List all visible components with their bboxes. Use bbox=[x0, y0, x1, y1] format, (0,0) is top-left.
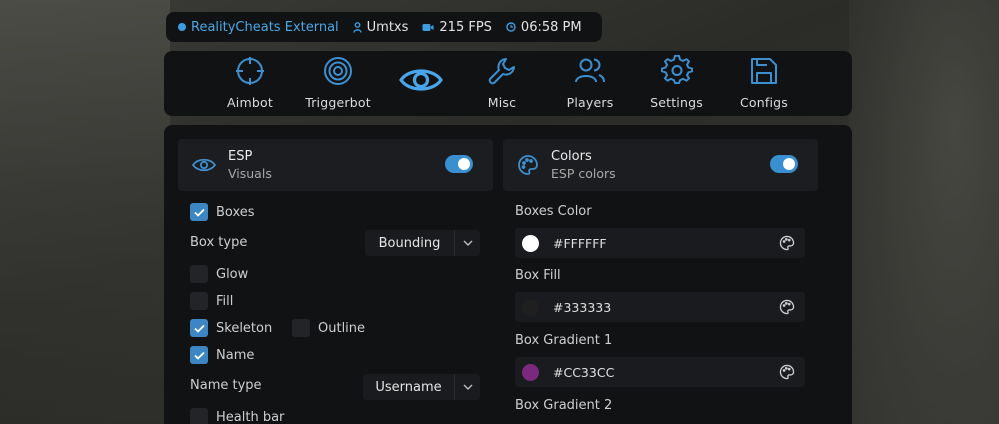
box-type-value: Bounding bbox=[378, 235, 441, 251]
esp-title: ESP bbox=[228, 149, 253, 164]
fill-label: Fill bbox=[216, 293, 234, 309]
gear-icon bbox=[660, 55, 693, 85]
name-type-select[interactable]: Username bbox=[363, 374, 480, 400]
skeleton-checkbox[interactable] bbox=[190, 319, 208, 337]
glow-label: Glow bbox=[216, 266, 249, 282]
name-label: Name bbox=[216, 347, 255, 363]
camera-icon bbox=[422, 23, 434, 31]
esp-header: ESP Visuals bbox=[178, 139, 493, 191]
box-gradient-1-swatch[interactable] bbox=[522, 363, 539, 381]
check-icon bbox=[193, 208, 205, 217]
glow-checkbox[interactable] bbox=[190, 265, 208, 283]
background-right bbox=[849, 0, 999, 424]
tab-bar: Aimbot Triggerbot Misc Players Settings … bbox=[164, 51, 852, 116]
box-fill-value: #333333 bbox=[553, 299, 612, 315]
user-label: Umtxs bbox=[366, 19, 409, 35]
status-dot-icon bbox=[178, 23, 186, 31]
palette-icon[interactable] bbox=[779, 364, 795, 380]
save-icon bbox=[751, 58, 777, 84]
health-bar-label: Health bar bbox=[216, 409, 285, 424]
esp-toggle[interactable] bbox=[445, 155, 473, 173]
health-bar-option[interactable]: Health bar bbox=[190, 408, 284, 424]
tab-visuals[interactable] bbox=[396, 51, 446, 116]
box-gradient-1-field[interactable]: #CC33CC bbox=[515, 357, 805, 387]
health-bar-checkbox[interactable] bbox=[190, 408, 208, 424]
box-gradient-1-value: #CC33CC bbox=[553, 364, 615, 380]
palette-icon[interactable] bbox=[779, 299, 795, 315]
tab-triggerbot-label: Triggerbot bbox=[305, 95, 371, 110]
crosshair-icon bbox=[236, 57, 264, 85]
boxes-color-field[interactable]: #FFFFFF bbox=[515, 228, 805, 258]
box-gradient-1-label: Box Gradient 1 bbox=[515, 333, 613, 348]
outline-checkbox[interactable] bbox=[292, 319, 310, 337]
box-gradient-2-label: Box Gradient 2 bbox=[515, 398, 613, 413]
tab-players-label: Players bbox=[566, 95, 614, 110]
palette-icon bbox=[518, 155, 538, 175]
skeleton-option[interactable]: Skeleton bbox=[190, 319, 272, 337]
tab-aimbot[interactable]: Aimbot bbox=[220, 51, 280, 116]
boxes-color-swatch[interactable] bbox=[522, 234, 539, 252]
box-fill-label: Box Fill bbox=[515, 268, 561, 283]
target-icon bbox=[324, 57, 352, 85]
eye-icon bbox=[399, 69, 443, 91]
boxes-option[interactable]: Boxes bbox=[190, 203, 255, 221]
tab-settings[interactable]: Settings bbox=[644, 51, 709, 116]
fill-checkbox[interactable] bbox=[190, 292, 208, 310]
colors-toggle[interactable] bbox=[770, 155, 798, 173]
fill-option[interactable]: Fill bbox=[190, 292, 233, 310]
name-option[interactable]: Name bbox=[190, 346, 254, 364]
time-item: 06:58 PM bbox=[506, 20, 582, 35]
brand-item: RealityCheats External bbox=[178, 20, 339, 35]
fps-item: 215 FPS bbox=[422, 20, 492, 35]
tab-configs-label: Configs bbox=[739, 95, 789, 110]
box-type-select[interactable]: Bounding bbox=[365, 230, 480, 256]
glow-option[interactable]: Glow bbox=[190, 265, 248, 283]
user-icon bbox=[352, 21, 362, 33]
boxes-color-label: Boxes Color bbox=[515, 204, 592, 219]
clock-icon bbox=[506, 22, 516, 32]
box-fill-swatch[interactable] bbox=[522, 298, 539, 316]
check-icon bbox=[193, 351, 205, 360]
name-type-label: Name type bbox=[190, 378, 262, 393]
tab-configs[interactable]: Configs bbox=[734, 51, 794, 116]
esp-subtitle: Visuals bbox=[228, 166, 272, 181]
tab-misc[interactable]: Misc bbox=[476, 51, 528, 116]
brand-label: RealityCheats External bbox=[191, 19, 339, 35]
time-label: 06:58 PM bbox=[520, 19, 582, 35]
box-fill-field[interactable]: #333333 bbox=[515, 292, 805, 322]
tab-triggerbot[interactable]: Triggerbot bbox=[298, 51, 378, 116]
tab-players[interactable]: Players bbox=[560, 51, 620, 116]
outline-option[interactable]: Outline bbox=[292, 319, 365, 337]
user-item: Umtxs bbox=[352, 19, 409, 35]
name-checkbox[interactable] bbox=[190, 346, 208, 364]
tab-aimbot-label: Aimbot bbox=[227, 95, 273, 110]
palette-icon[interactable] bbox=[779, 235, 795, 251]
colors-subtitle: ESP colors bbox=[551, 166, 616, 181]
boxes-color-value: #FFFFFF bbox=[553, 235, 607, 251]
tab-misc-label: Misc bbox=[487, 95, 517, 110]
skeleton-label: Skeleton bbox=[216, 320, 273, 336]
boxes-label: Boxes bbox=[216, 204, 255, 220]
colors-header: Colors ESP colors bbox=[503, 139, 818, 191]
boxes-checkbox[interactable] bbox=[190, 203, 208, 221]
box-type-row: Box type bbox=[190, 235, 247, 250]
fps-label: 215 FPS bbox=[439, 19, 492, 35]
background-wall bbox=[0, 0, 170, 424]
users-icon bbox=[575, 58, 605, 83]
chevron-down-icon bbox=[463, 240, 472, 246]
colors-title: Colors bbox=[551, 149, 592, 164]
status-bar: RealityCheats External Umtxs 215 FPS 06:… bbox=[166, 12, 602, 42]
name-type-value: Username bbox=[375, 379, 442, 395]
chevron-down-icon bbox=[463, 384, 472, 390]
name-type-row: Name type bbox=[190, 378, 262, 393]
outline-label: Outline bbox=[318, 320, 366, 336]
check-icon bbox=[193, 324, 205, 333]
tab-settings-label: Settings bbox=[650, 95, 703, 110]
box-type-label: Box type bbox=[190, 235, 248, 250]
eye-icon bbox=[192, 158, 216, 172]
wrench-icon bbox=[488, 58, 515, 85]
